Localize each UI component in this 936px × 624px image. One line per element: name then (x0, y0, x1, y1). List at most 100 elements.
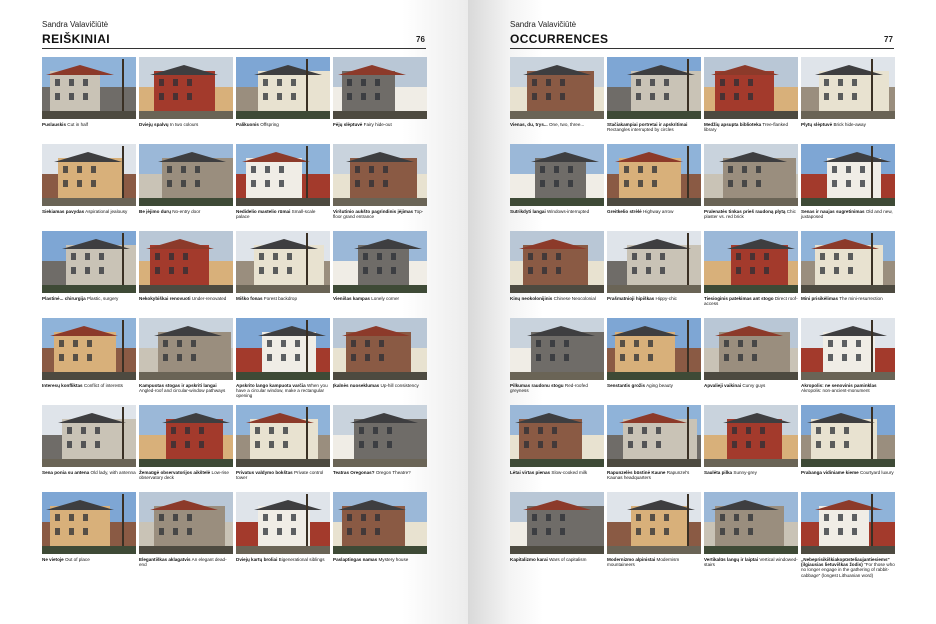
caption-lithuanian: Sutrikdyti langai (510, 209, 546, 214)
photo-caption: Paslaptingas namas Mystery house (333, 557, 427, 562)
caption-lithuanian: Plytų slėptuvė (801, 122, 833, 127)
photo-caption: Nekokybiškai renovuoti Under-renovated (139, 296, 233, 301)
photo-caption: Mini prisikėlimas The mini-resurrection (801, 296, 895, 301)
caption-lithuanian: Siekiamas pavydas (42, 209, 85, 214)
page-number: 76 (416, 35, 425, 44)
caption-english: Courtyard luxury (859, 470, 894, 475)
photo-caption: Tiesioginis patekimas ant stogo Direct r… (704, 296, 798, 306)
caption-lithuanian: Nekokybiškai renovuoti (139, 296, 191, 301)
caption-lithuanian: Senstantis grožis (607, 383, 646, 388)
building-photo (801, 492, 895, 554)
caption-english: One, two, three... (548, 122, 585, 127)
caption-lithuanian: Dviejų kartų broliai (236, 557, 278, 562)
building-photo (236, 492, 330, 554)
building-photo (607, 231, 701, 293)
building-photo (42, 318, 136, 380)
caption-english: Plastic, surgery (86, 296, 119, 301)
section-title: REIŠKINIAI (42, 32, 111, 46)
caption-english: Highway arrow (643, 209, 674, 214)
right-page: Sandra Valavičiūtė OCCURRENCES 77 Vienas… (468, 0, 936, 624)
photo-caption: Interesų konfliktas Conflict of interest… (42, 383, 136, 388)
caption-english: Hippy-chic (655, 296, 677, 301)
caption-lithuanian: Fėjų slėptuvė (333, 122, 363, 127)
caption-lithuanian: Paslaptingas namas (333, 557, 378, 562)
building-photo (236, 405, 330, 467)
photo-caption: Vienišas kampas Lonely corner (333, 296, 427, 301)
building-photo (139, 57, 233, 119)
caption-english: Forest backdrop (263, 296, 298, 301)
caption-english: The mini-resurrection (839, 296, 883, 301)
photo-caption: Sena ponia su antena Old lady, with ante… (42, 470, 136, 475)
building-photo (139, 231, 233, 293)
photo-caption: Akropolis: ne senovinis paminklas Akropo… (801, 383, 895, 393)
caption-english: No-entry door (172, 209, 201, 214)
photo-caption: Kinų neokolonijinis Chinese Neocolonial (510, 296, 604, 301)
caption-lithuanian: Palikuonis (236, 122, 259, 127)
building-photo (236, 318, 330, 380)
author-name: Sandra Valavičiūtė (510, 20, 577, 29)
caption-english: Oregon Theatre? (375, 470, 411, 475)
section-title: OCCURRENCES (510, 32, 609, 46)
caption-english: Windows-interrupted (547, 209, 590, 214)
photo-caption: Greitkelio strėlė Highway arrow (607, 209, 701, 214)
caption-lithuanian: Kapitalizmo karai (510, 557, 548, 562)
photo-caption: Elegantiškas aklagatvis An elegant dead-… (139, 557, 233, 567)
caption-lithuanian: Mini prisikėlimas (801, 296, 839, 301)
photo-caption: Privatus valdymo bokštas Private control… (236, 470, 330, 480)
building-photo (510, 57, 604, 119)
photo-caption: Stačiakampiai portretai ir apskritimai R… (607, 122, 701, 132)
photo-caption: Apskrito lango kampuota varčia When you … (236, 383, 330, 399)
caption-english: Slow-cooked milk (551, 470, 588, 475)
caption-english: Angled-roof and circular-window pathways (139, 388, 226, 394)
photo-caption: Siekiamas pavydas Aspirational jealousy (42, 209, 136, 214)
header-rule (510, 48, 894, 49)
photo-caption: Įkalnės nuoseklumas Up-hill consistency (333, 383, 427, 388)
caption-english: Bigenerational siblings (278, 557, 325, 562)
building-photo (801, 318, 895, 380)
author-name: Sandra Valavičiūtė (42, 20, 109, 29)
building-photo (607, 57, 701, 119)
photo-caption: Ne vietoje Out of place (42, 557, 136, 562)
building-photo (607, 405, 701, 467)
caption-english: Curvy guys (742, 383, 766, 388)
photo-caption: Prašmatnioji hipiškas Hippy-chic (607, 296, 701, 301)
photo-caption: Fėjų slėptuvė Fairy hide-out (333, 122, 427, 127)
caption-lithuanian: Dviejų spalvų (139, 122, 169, 127)
photo-caption: Palikuonis Offspring (236, 122, 330, 127)
photo-caption: Be įėjimo durų No-entry door (139, 209, 233, 214)
photo-caption: Žemaūgė observatorijos aikštelė Low-rise… (139, 470, 233, 480)
caption-lithuanian: Įkalnės nuoseklumas (333, 383, 380, 388)
caption-lithuanian: Greitkelio strėlė (607, 209, 642, 214)
building-photo (333, 405, 427, 467)
building-photo (139, 318, 233, 380)
building-photo (704, 492, 798, 554)
building-photo (333, 57, 427, 119)
building-photo (333, 492, 427, 554)
caption-english: Sunny-grey (733, 470, 757, 475)
left-page: Sandra Valavičiūtė REIŠKINIAI 76 Puslaus… (0, 0, 468, 624)
photo-caption: Plytų slėptuvė Brick hide-away (801, 122, 895, 127)
caption-lithuanian: Vienas, du, trys... (510, 122, 548, 127)
caption-english: Chinese Neocolonial (553, 296, 596, 301)
caption-lithuanian: Be įėjimo durų (139, 209, 171, 214)
photo-caption: Vertikalūs langų ir laiptai Vertical win… (704, 557, 798, 567)
photo-caption: Kampuotas stogas ir apskriti langai Angl… (139, 383, 233, 393)
header-rule (42, 48, 426, 49)
caption-lithuanian: Puslauskis (42, 122, 67, 127)
caption-lithuanian: Teatras Oregonas? (333, 470, 375, 475)
caption-lithuanian: Kinų neokolonijinis (510, 296, 553, 301)
photo-caption: Medžių apsupta biblioteka Tree-flanked l… (704, 122, 798, 132)
building-photo (510, 405, 604, 467)
caption-english: Under-renovated (191, 296, 227, 301)
photo-caption: Apvalieji vaikinai Curvy guys (704, 383, 798, 388)
building-photo (510, 231, 604, 293)
building-photo (801, 405, 895, 467)
photo-caption: Vienas, du, trys... One, two, three... (510, 122, 604, 127)
building-photo (42, 492, 136, 554)
caption-english: Akropolis: non-ancient-monument (801, 388, 870, 394)
caption-lithuanian: Lėtai virtas pienas (510, 470, 551, 475)
photo-caption: Plastinė... chirurgija Plastic, surgery (42, 296, 136, 301)
photo-caption: Saulėta pilka Sunny-grey (704, 470, 798, 475)
photo-caption: Dviejų spalvų In two colours (139, 122, 233, 127)
photo-caption: Lėtai virtas pienas Slow-cooked milk (510, 470, 604, 475)
